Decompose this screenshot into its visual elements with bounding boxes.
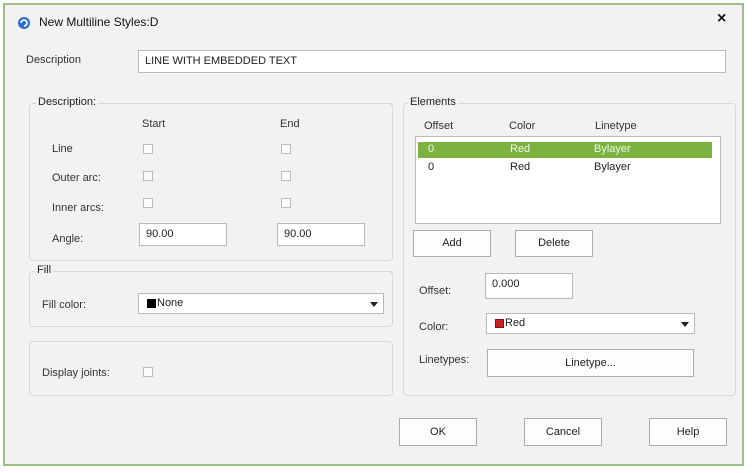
add-button[interactable]: Add bbox=[413, 230, 491, 257]
elements-list[interactable]: 0 Red Bylayer 0 Red Bylayer bbox=[415, 136, 721, 224]
color-select[interactable]: Red bbox=[486, 313, 695, 334]
linetype-button[interactable]: Linetype... bbox=[487, 349, 694, 377]
caps-angle-label: Angle: bbox=[52, 233, 84, 245]
delete-button[interactable]: Delete bbox=[515, 230, 593, 257]
color-swatch bbox=[495, 319, 504, 328]
list-item[interactable]: 0 Red Bylayer bbox=[418, 142, 712, 158]
fill-color-label: Fill color: bbox=[42, 299, 87, 311]
caps-end-header: End bbox=[280, 118, 300, 130]
angle-start-input[interactable]: 90.00 bbox=[139, 223, 227, 246]
elements-group-title: Elements bbox=[408, 96, 458, 108]
multiline-style-dialog: New Multiline Styles:D × Description LIN… bbox=[3, 3, 744, 466]
offset-input[interactable]: 0.000 bbox=[485, 273, 573, 299]
description-input[interactable]: LINE WITH EMBEDDED TEXT bbox=[138, 50, 726, 73]
line-end-checkbox[interactable] bbox=[281, 144, 291, 154]
caps-line-label: Line bbox=[52, 143, 73, 155]
fill-color-select[interactable]: None bbox=[138, 293, 384, 314]
line-start-checkbox[interactable] bbox=[143, 144, 153, 154]
element-color: Red bbox=[510, 161, 531, 173]
element-linetype: Bylayer bbox=[594, 161, 631, 173]
element-linetype: Bylayer bbox=[594, 143, 631, 155]
display-joints-checkbox[interactable] bbox=[143, 367, 153, 377]
chevron-down-icon[interactable] bbox=[678, 316, 692, 331]
description-label: Description bbox=[26, 54, 82, 66]
elements-offset-header: Offset bbox=[424, 120, 454, 132]
outer-arc-start-checkbox[interactable] bbox=[143, 171, 153, 181]
inner-arcs-end-checkbox[interactable] bbox=[281, 198, 291, 208]
fill-color-value: None bbox=[157, 297, 184, 309]
display-joints-label: Display joints: bbox=[42, 367, 110, 379]
fill-group-title: Fill bbox=[35, 264, 54, 276]
chevron-down-icon[interactable] bbox=[367, 296, 381, 311]
list-item[interactable]: 0 Red Bylayer bbox=[418, 160, 712, 176]
help-button[interactable]: Help bbox=[649, 418, 727, 446]
color-label: Color: bbox=[419, 321, 449, 333]
cancel-button[interactable]: Cancel bbox=[524, 418, 602, 446]
inner-arcs-start-checkbox[interactable] bbox=[143, 198, 153, 208]
linetypes-label: Linetypes: bbox=[419, 354, 470, 366]
color-value: Red bbox=[505, 317, 526, 329]
window-title: New Multiline Styles:D bbox=[39, 15, 159, 29]
element-offset: 0 bbox=[428, 161, 435, 173]
angle-end-input[interactable]: 90.00 bbox=[277, 223, 365, 246]
element-color: Red bbox=[510, 143, 531, 155]
elements-linetype-header: Linetype bbox=[595, 120, 637, 132]
caps-start-header: Start bbox=[142, 118, 166, 130]
outer-arc-end-checkbox[interactable] bbox=[281, 171, 291, 181]
offset-label: Offset: bbox=[419, 285, 452, 297]
fill-color-swatch bbox=[147, 299, 156, 308]
caps-outer-arc-label: Outer arc: bbox=[52, 172, 101, 184]
app-icon bbox=[18, 17, 30, 29]
caps-group-title: Description: bbox=[36, 96, 99, 108]
caps-inner-arcs-label: Inner arcs: bbox=[52, 202, 104, 214]
close-icon[interactable]: × bbox=[717, 10, 726, 28]
elements-color-header: Color bbox=[509, 120, 536, 132]
element-offset: 0 bbox=[428, 143, 435, 155]
ok-button[interactable]: OK bbox=[399, 418, 477, 446]
